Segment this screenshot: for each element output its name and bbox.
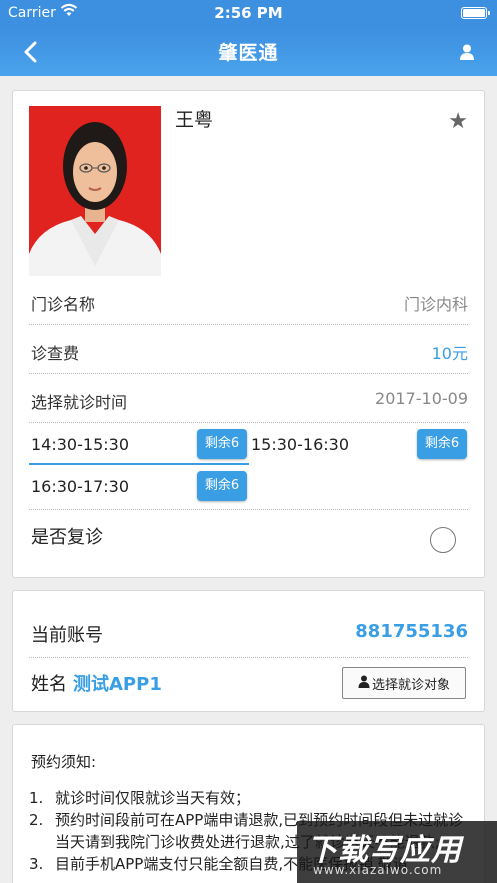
notice-item-number: 2. [29,811,44,829]
fee-label: 诊查费 [31,344,80,363]
time-slot-3[interactable]: 16:30-17:30 剩余6 [29,467,249,507]
fee-row: 诊查费 10元 [29,326,468,374]
favorite-star-icon[interactable]: ★ [448,109,468,134]
time-slot-time: 15:30-16:30 [251,435,349,454]
user-icon[interactable] [457,42,477,62]
watermark: 下载写应用 www.xiazaiwo.com [297,821,497,883]
divider [29,657,468,658]
time-slot-time: 16:30-17:30 [31,477,129,496]
visit-date-label: 选择就诊时间 [31,393,128,412]
visit-date-value[interactable]: 2017-10-09 [375,389,468,408]
time-slot-time: 14:30-15:30 [31,435,129,454]
clinic-name-row: 门诊名称 门诊内科 [29,277,468,325]
remaining-badge: 剩余6 [197,471,247,501]
doctor-card: 王粤 ★ 门诊名称 门诊内科 诊查费 10元 选择就诊时间 2017-10-09… [12,90,485,578]
notice-item-number: 1. [29,789,44,807]
notice-item: 1. 就诊时间仅限就诊当天有效； [27,787,467,809]
patient-name-label: 姓名 [31,674,67,695]
time-slot-1[interactable]: 14:30-15:30 剩余6 [29,425,249,465]
remaining-badge: 剩余6 [197,429,247,459]
status-time: 2:56 PM [214,4,283,22]
watermark-url: www.xiazaiwo.com [313,863,443,877]
select-patient-label: 选择就诊对象 [371,677,450,693]
notice-item-text: 就诊时间仅限就诊当天有效； [55,789,251,807]
battery-icon [461,7,490,19]
doctor-photo [29,106,161,276]
divider [29,509,468,510]
clinic-name-value: 门诊内科 [403,295,468,314]
doctor-name: 王粤 [175,109,214,131]
account-card: 当前账号 881755136 姓名 测试APP1 选择就诊对象 [12,590,485,712]
account-label: 当前账号 [31,625,103,646]
clinic-name-label: 门诊名称 [31,295,96,314]
patient-name-value: 测试APP1 [73,674,162,695]
remaining-badge: 剩余6 [417,429,467,459]
notice-item-number: 3. [29,855,44,873]
revisit-radio[interactable] [430,527,456,553]
account-value: 881755136 [355,621,468,642]
person-icon [358,675,370,692]
status-bar: Carrier 2:56 PM [0,0,497,28]
nav-bar: 肇医通 [0,28,497,76]
page-title: 肇医通 [218,42,279,64]
select-patient-button[interactable]: 选择就诊对象 [342,667,466,699]
fee-value: 10元 [431,344,468,363]
notice-title: 预约须知: [31,753,97,771]
revisit-label: 是否复诊 [31,527,103,548]
visit-date-row[interactable]: 选择就诊时间 2017-10-09 [29,375,468,423]
time-slot-2[interactable]: 15:30-16:30 剩余6 [249,425,471,465]
